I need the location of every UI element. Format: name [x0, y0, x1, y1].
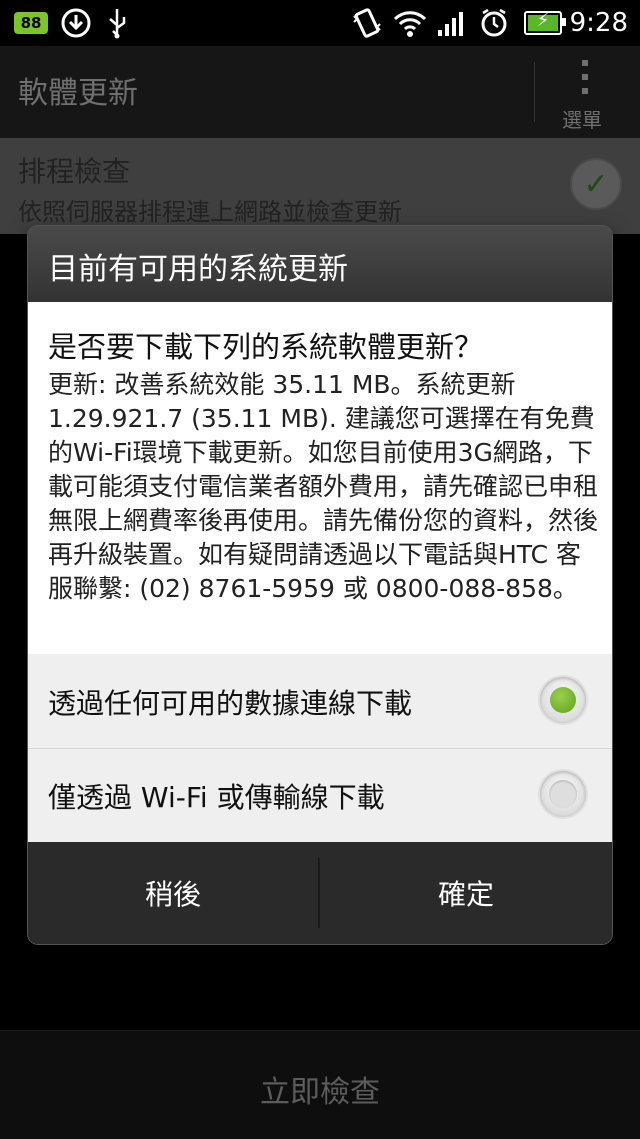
- option-wifi-only[interactable]: 僅透過 Wi-Fi 或傳輸線下載: [28, 748, 612, 842]
- signal-icon: [436, 0, 466, 46]
- battery-charging-icon: ⚡: [524, 0, 566, 46]
- ok-button[interactable]: 確定: [320, 842, 612, 944]
- dialog-title-bar: 目前有可用的系統更新: [28, 226, 612, 303]
- wifi-icon: [392, 0, 428, 46]
- radio-unselected-icon[interactable]: [540, 771, 586, 817]
- setting-subtitle: 依照伺服器排程連上網路並檢查更新: [18, 198, 402, 226]
- clock-time: 9:28: [569, 8, 628, 38]
- usb-icon: [104, 0, 130, 46]
- bottom-bar: 立即檢查: [0, 1030, 640, 1139]
- vibrate-icon: [350, 0, 384, 46]
- scheduled-check-checkbox[interactable]: ✓: [570, 158, 622, 210]
- system-update-dialog: 目前有可用的系統更新 是否要下載下列的系統軟體更新？ 更新: 改善系統效能 35…: [28, 226, 612, 944]
- overflow-menu-icon: [582, 60, 590, 102]
- later-button[interactable]: 稍後: [28, 842, 318, 944]
- dialog-details: 更新: 改善系統效能 35.11 MB。系統更新1.29.921.7 (35.1…: [48, 370, 599, 603]
- dialog-question: 是否要下載下列的系統軟體更新？: [48, 330, 484, 364]
- download-options: 透過任何可用的數據連線下載 僅透過 Wi-Fi 或傳輸線下載: [28, 654, 612, 842]
- option-label: 僅透過 Wi-Fi 或傳輸線下載: [48, 781, 385, 814]
- option-label: 透過任何可用的數據連線下載: [48, 687, 413, 720]
- radio-selected-icon[interactable]: [540, 677, 586, 723]
- dialog-body: 是否要下載下列的系統軟體更新？ 更新: 改善系統效能 35.11 MB。系統更新…: [28, 302, 612, 654]
- checkmark-icon: ✓: [583, 166, 609, 202]
- notification-count-badge: 88: [14, 12, 48, 34]
- menu-button[interactable]: 選單: [536, 56, 640, 136]
- dialog-buttons: 稍後 確定: [28, 842, 612, 944]
- download-icon: [60, 0, 92, 46]
- dialog-title: 目前有可用的系統更新: [48, 252, 348, 287]
- scheduled-check-setting[interactable]: 排程檢查 依照伺服器排程連上網路並檢查更新 ✓: [0, 138, 640, 234]
- menu-label: 選單: [562, 108, 602, 132]
- page-title: 軟體更新: [18, 76, 138, 111]
- app-header: 軟體更新 選單: [0, 46, 640, 138]
- setting-title: 排程檢查: [18, 155, 131, 188]
- header-divider: [534, 62, 535, 122]
- alarm-icon: [478, 0, 510, 46]
- option-any-data-connection[interactable]: 透過任何可用的數據連線下載: [28, 654, 612, 749]
- status-bar: 88 ⚡ 9:28: [0, 0, 640, 46]
- check-now-button[interactable]: 立即檢查: [0, 1067, 640, 1111]
